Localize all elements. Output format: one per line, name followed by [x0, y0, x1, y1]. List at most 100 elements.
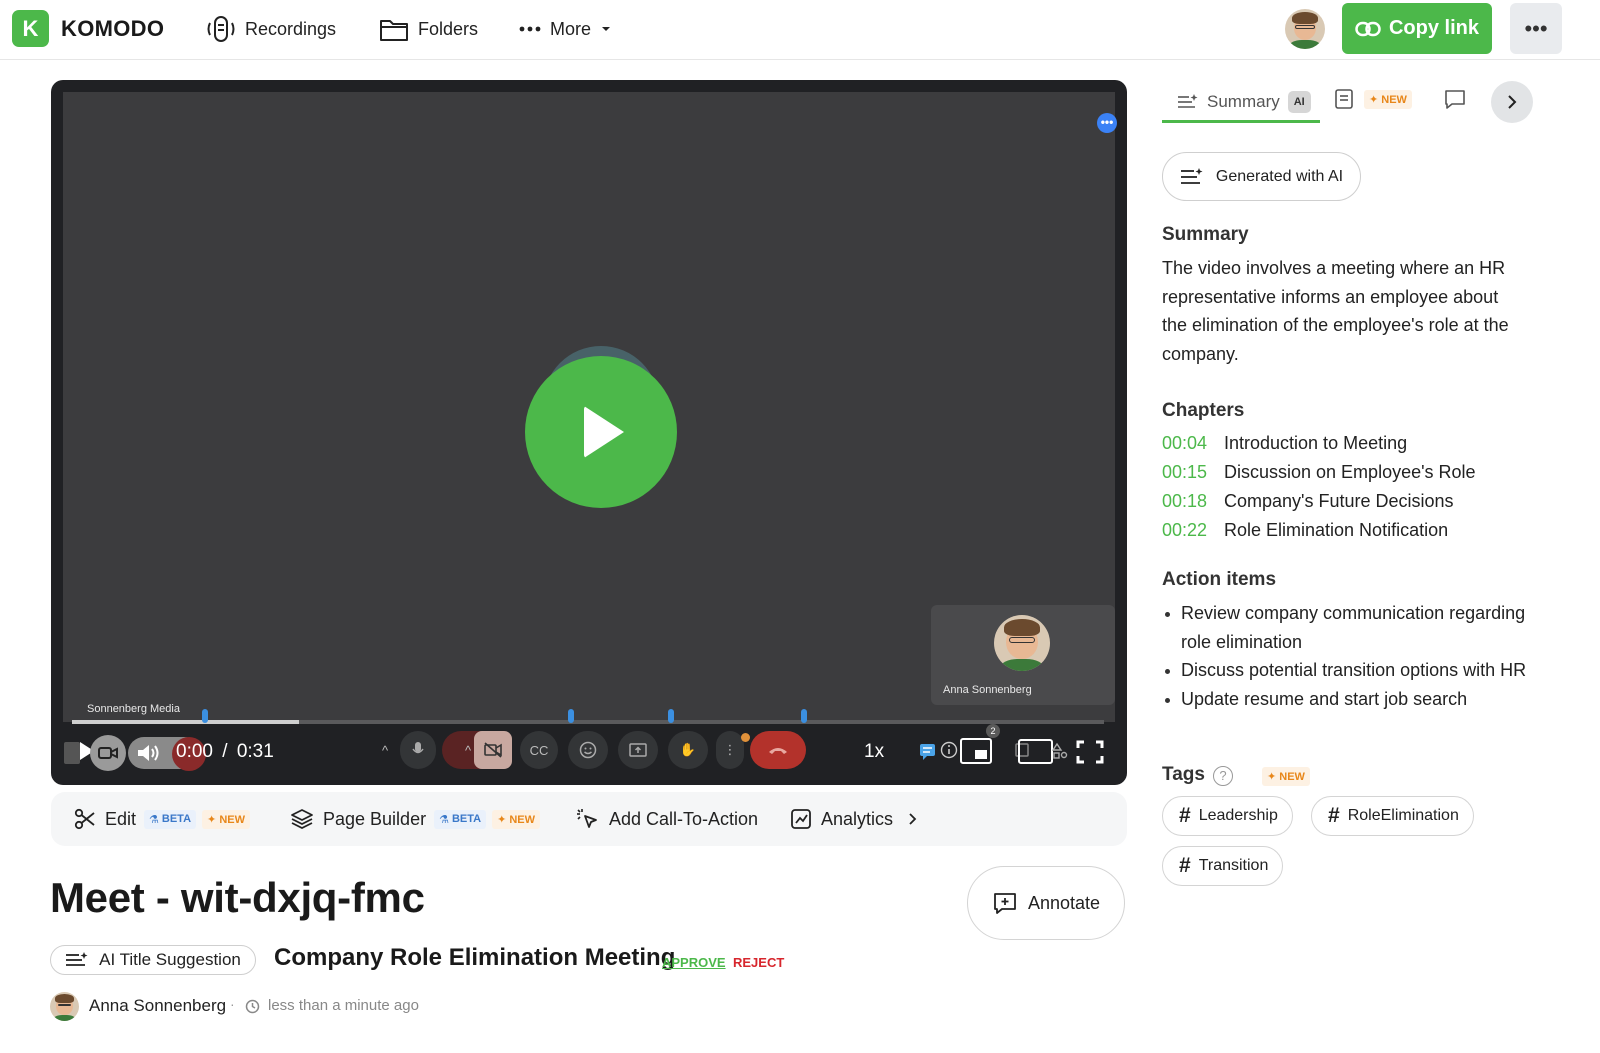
- camera-toggle[interactable]: [90, 735, 126, 771]
- tags-help-icon[interactable]: ?: [1213, 766, 1233, 786]
- tag-chip[interactable]: # Transition: [1162, 846, 1284, 886]
- document-icon: [1335, 89, 1353, 109]
- chapter-marker[interactable]: [202, 709, 209, 723]
- shapes-icon[interactable]: [1052, 742, 1068, 760]
- created-time: less than a minute ago: [268, 997, 419, 1014]
- participant-tile: Anna Sonnenberg: [931, 605, 1115, 705]
- info-icon[interactable]: [940, 741, 958, 759]
- video-source-label: Sonnenberg Media: [87, 703, 180, 715]
- more-dots-icon: [519, 26, 541, 32]
- beta-badge: ⚗ BETA: [434, 809, 487, 829]
- new-badge: ✦ NEW: [1262, 767, 1310, 786]
- analytics-button[interactable]: Analytics: [790, 806, 930, 832]
- chapters-heading: Chapters: [1162, 400, 1245, 421]
- embedded-mic-icon: [400, 731, 436, 769]
- tag-label: Transition: [1198, 857, 1269, 874]
- tag-chip[interactable]: # Leadership: [1162, 796, 1293, 836]
- nav-more[interactable]: More: [519, 14, 623, 44]
- chapter-marker[interactable]: [668, 709, 675, 723]
- annotate-label: Annotate: [1027, 892, 1101, 913]
- duration: 0:31: [236, 741, 274, 762]
- time-display: 0:00 / 0:31: [176, 741, 274, 763]
- chapter-title: Introduction to Meeting: [1224, 433, 1408, 453]
- action-items-list: Review company communication regarding r…: [1162, 599, 1532, 713]
- ai-chip: AI: [1287, 90, 1311, 113]
- tab-transcript[interactable]: ✦ NEW: [1334, 88, 1412, 110]
- recordings-icon: [207, 16, 235, 42]
- user-avatar[interactable]: [1285, 9, 1325, 49]
- theater-mode-icon[interactable]: [1018, 739, 1053, 764]
- nav-folders-label: Folders: [418, 18, 479, 39]
- video-canvas: ••• Anna Sonnenberg Sonnenberg Media: [63, 92, 1117, 722]
- chapter-title: Role Elimination Notification: [1224, 520, 1449, 540]
- play-overlay-button[interactable]: [525, 356, 677, 508]
- chapter-item[interactable]: 00:15 Discussion on Employee's Role: [1162, 462, 1476, 488]
- ai-lines-icon: [66, 952, 88, 966]
- add-cta-button[interactable]: Add Call-To-Action: [576, 806, 758, 832]
- clock-icon: [245, 999, 260, 1014]
- page-builder-button[interactable]: Page Builder ⚗ BETA ✦ NEW: [290, 806, 541, 832]
- nav-folders[interactable]: Folders: [379, 14, 478, 44]
- generated-with-ai-label: Generated with AI: [1215, 167, 1344, 185]
- chevron-right-icon: [1508, 95, 1517, 109]
- page-builder-label: Page Builder: [323, 808, 427, 829]
- tab-summary[interactable]: Summary AI: [1162, 83, 1320, 123]
- beta-label: BETA: [161, 813, 192, 825]
- chapter-item[interactable]: 00:04 Introduction to Meeting: [1162, 433, 1407, 459]
- scissors-icon: [74, 808, 95, 830]
- more-options-button[interactable]: •••: [1510, 3, 1562, 54]
- folder-icon: [380, 20, 408, 41]
- chapter-item[interactable]: 00:22 Role Elimination Notification: [1162, 520, 1448, 546]
- caret-down-icon: [602, 27, 611, 31]
- reject-link[interactable]: REJECT: [733, 955, 784, 970]
- brand-name[interactable]: KOMODO: [61, 16, 164, 42]
- embedded-notification-dot: [741, 733, 750, 742]
- participant-avatar: [994, 615, 1050, 671]
- chapter-item[interactable]: 00:18 Company's Future Decisions: [1162, 491, 1454, 517]
- komodo-logo-icon[interactable]: K: [12, 10, 49, 47]
- annotate-button[interactable]: Annotate: [967, 866, 1125, 940]
- generated-with-ai-pill: Generated with AI: [1162, 152, 1361, 201]
- chapter-marker[interactable]: [568, 709, 575, 723]
- chapters-icon[interactable]: [918, 741, 938, 761]
- video-progress-fill: [72, 720, 300, 724]
- video-menu-icon[interactable]: •••: [1097, 113, 1117, 133]
- embedded-present-icon: [618, 731, 658, 769]
- author-name[interactable]: Anna Sonnenberg: [89, 996, 226, 1016]
- meta-separator: ·: [230, 996, 235, 1012]
- video-player[interactable]: ••• Anna Sonnenberg Sonnenberg Media: [51, 80, 1127, 785]
- edit-button[interactable]: Edit ⚗ BETA ✦ NEW: [74, 806, 250, 832]
- chapter-marker[interactable]: [801, 709, 808, 723]
- embedded-caret-up-icon: ^: [381, 742, 389, 758]
- chapter-time[interactable]: 00:04: [1162, 433, 1224, 459]
- panel-next-button[interactable]: [1491, 81, 1533, 123]
- page-title[interactable]: Meet - wit-dxjq-fmc: [50, 874, 425, 922]
- tag-chip[interactable]: # RoleElimination: [1311, 796, 1474, 836]
- nav-recordings[interactable]: Recordings: [206, 14, 336, 44]
- ai-title-suggestion-pill: AI Title Suggestion: [50, 945, 256, 975]
- tag-label: RoleElimination: [1347, 807, 1459, 824]
- picture-in-picture-icon[interactable]: [960, 738, 992, 764]
- playback-speed-button[interactable]: 1x: [864, 741, 884, 763]
- ai-lines-icon: [1178, 93, 1198, 108]
- chapter-time[interactable]: 00:22: [1162, 520, 1224, 546]
- layers-icon: [291, 809, 313, 830]
- analytics-label: Analytics: [821, 808, 894, 829]
- approve-link[interactable]: APPROVE: [662, 955, 726, 970]
- fullscreen-icon[interactable]: [1076, 740, 1104, 764]
- tag-label: Leadership: [1198, 807, 1278, 824]
- action-item: Review company communication regarding r…: [1162, 599, 1532, 656]
- chapter-time[interactable]: 00:18: [1162, 491, 1224, 517]
- participants-count-badge: 2: [986, 724, 1000, 738]
- chapter-time[interactable]: 00:15: [1162, 462, 1224, 488]
- chapter-title: Company's Future Decisions: [1224, 491, 1454, 511]
- ai-lines-icon: [1180, 167, 1203, 184]
- embedded-camera-off-icon: [474, 731, 512, 769]
- edit-label: Edit: [105, 808, 137, 829]
- chevron-right-icon: [909, 813, 917, 825]
- video-progress-bar[interactable]: [72, 720, 1104, 724]
- hash-icon: #: [1179, 854, 1191, 877]
- copy-link-button[interactable]: Copy link: [1342, 3, 1492, 54]
- tab-comments[interactable]: [1444, 88, 1466, 110]
- volume-icon: [138, 745, 159, 761]
